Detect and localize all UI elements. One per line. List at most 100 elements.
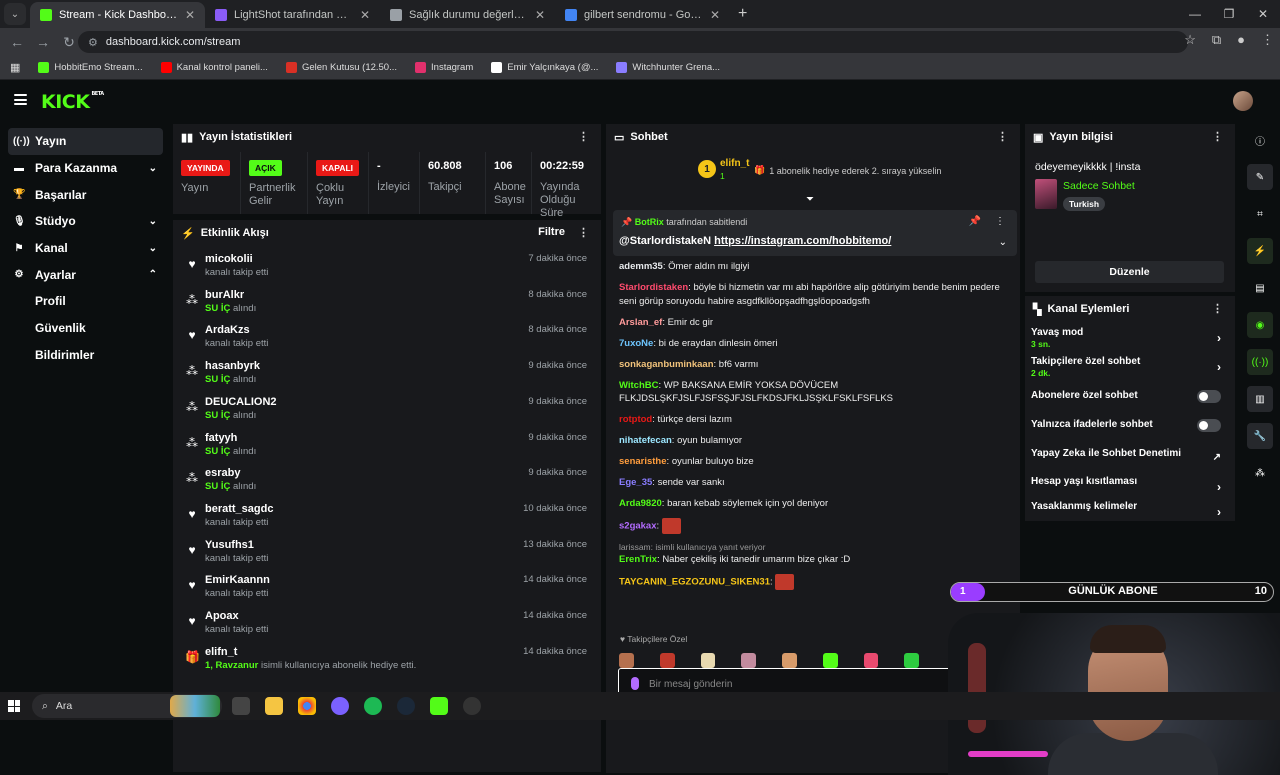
browser-tab[interactable]: gilbert sendromu - Google'da Ar ✕ bbox=[555, 2, 730, 28]
activity-user[interactable]: beratt_sagdc bbox=[205, 503, 273, 515]
channel-action-row[interactable]: Yapay Zeka ile Sohbet Denetimi ↗ bbox=[1031, 448, 1229, 463]
bookmark-item[interactable]: Instagram bbox=[415, 62, 473, 73]
address-bar[interactable]: ⚙ dashboard.kick.com/stream bbox=[78, 31, 1188, 53]
chat-username[interactable]: s2gakax bbox=[619, 521, 657, 532]
collapse-icon[interactable]: ⏷ bbox=[806, 194, 814, 205]
channel-action-row[interactable]: Abonelere özel sohbet bbox=[1031, 390, 1229, 403]
lightning-rail-icon[interactable]: ⚡ bbox=[1247, 238, 1273, 264]
microphone-icon[interactable] bbox=[631, 677, 639, 690]
file-explorer-icon[interactable] bbox=[265, 697, 283, 715]
sidebar-item[interactable]: ⚙ Ayarlar ⌃ bbox=[8, 261, 163, 288]
expand-pinned-icon[interactable]: ⌄ bbox=[999, 237, 1007, 248]
spotify-icon[interactable] bbox=[364, 697, 382, 715]
emote-1[interactable] bbox=[619, 653, 634, 668]
emote-3[interactable] bbox=[700, 653, 716, 668]
activity-user[interactable]: fatyyh bbox=[205, 432, 237, 444]
sidebar-item[interactable]: ((·)) Yayın bbox=[8, 128, 163, 155]
site-info-icon[interactable]: ⚙ bbox=[88, 36, 98, 49]
hamburger-menu-icon[interactable] bbox=[14, 94, 27, 105]
start-button[interactable] bbox=[8, 700, 20, 712]
activity-user[interactable]: micokolii bbox=[205, 253, 253, 265]
bookmark-item[interactable]: Gelen Kutusu (12.50... bbox=[285, 62, 397, 73]
tab-search-button[interactable]: ⌄ bbox=[4, 3, 26, 25]
chat-username[interactable]: Arslan_ef bbox=[619, 317, 662, 328]
toggle-switch[interactable] bbox=[1197, 419, 1221, 432]
chat-username[interactable]: Ege_35 bbox=[619, 477, 652, 488]
browser-tab[interactable]: Sağlık durumu değerlendirmesi ✕ bbox=[380, 2, 555, 28]
wrench-icon[interactable]: 🔧 bbox=[1247, 423, 1273, 449]
bookmark-item[interactable]: Emir Yalçınkaya (@... bbox=[491, 62, 598, 73]
channel-action-row[interactable]: Takipçilere özel sohbet 2 dk. › bbox=[1031, 356, 1229, 378]
sidebar-subitem[interactable]: Profil bbox=[8, 288, 163, 315]
chevron-icon[interactable]: ⌄ bbox=[149, 163, 157, 174]
channel-action-row[interactable]: Yavaş mod 3 sn. › bbox=[1031, 327, 1229, 349]
channel-action-row[interactable]: Hesap yaşı kısıtlaması › bbox=[1031, 476, 1229, 494]
sidebar-item[interactable]: ▬ Para Kazanma ⌄ bbox=[8, 155, 163, 182]
chat-username[interactable]: WitchBC bbox=[619, 380, 659, 391]
filter-button[interactable]: Filtre bbox=[538, 226, 565, 238]
browser-tab[interactable]: Stream - Kick Dashboard ✕ bbox=[30, 2, 205, 28]
chat-menu-icon[interactable]: ⋮ bbox=[997, 130, 1008, 143]
task-view-icon[interactable] bbox=[232, 697, 250, 715]
taskbar-search[interactable]: ⌕ Ara bbox=[32, 694, 222, 718]
kick-logo[interactable]: KICK BETA bbox=[41, 91, 104, 113]
obs-icon[interactable] bbox=[463, 697, 481, 715]
signal-rail-icon[interactable]: ((·)) bbox=[1247, 349, 1273, 375]
sidebar-subitem[interactable]: Bildirimler bbox=[8, 342, 163, 369]
chevron-icon[interactable]: ⌄ bbox=[149, 243, 157, 254]
extensions-icon[interactable]: ⧉ bbox=[1212, 32, 1221, 48]
emote-7[interactable] bbox=[863, 653, 879, 668]
chat-username[interactable]: sonkaganbuminkaan bbox=[619, 359, 714, 370]
chevron-right-icon[interactable]: › bbox=[1217, 360, 1221, 374]
activity-user[interactable]: ArdaKzs bbox=[205, 324, 250, 336]
chevron-icon[interactable]: ⌄ bbox=[149, 216, 157, 227]
chat-username[interactable]: ErenTrix bbox=[619, 554, 657, 565]
chevron-right-icon[interactable]: › bbox=[1217, 331, 1221, 345]
chat-username[interactable]: 7uxoNe bbox=[619, 338, 653, 349]
chat-username[interactable]: nihatefecan bbox=[619, 435, 672, 446]
emote-5[interactable] bbox=[782, 653, 797, 668]
external-link-icon[interactable]: ↗ bbox=[1213, 452, 1221, 463]
activity-user[interactable]: Apoax bbox=[205, 610, 239, 622]
activity-user[interactable]: EmirKaannn bbox=[205, 574, 270, 586]
maximize-button[interactable]: ❐ bbox=[1212, 0, 1246, 28]
clipboard-icon[interactable]: ▤ bbox=[1247, 275, 1273, 301]
steam-icon[interactable] bbox=[397, 697, 415, 715]
pinned-menu-icon[interactable]: ⋮ bbox=[995, 216, 1005, 227]
user-avatar[interactable] bbox=[1233, 91, 1253, 111]
tab-close-icon[interactable]: ✕ bbox=[710, 8, 720, 22]
bookmark-star-icon[interactable]: ☆ bbox=[1184, 32, 1196, 48]
chrome-icon[interactable] bbox=[298, 697, 316, 715]
emote-2[interactable] bbox=[659, 653, 675, 668]
channel-action-row[interactable]: Yasaklanmış kelimeler › bbox=[1031, 501, 1229, 519]
emote-4[interactable] bbox=[741, 653, 756, 668]
back-button[interactable]: ← bbox=[4, 34, 30, 50]
tab-close-icon[interactable]: ✕ bbox=[535, 8, 545, 22]
tab-close-icon[interactable]: ✕ bbox=[360, 8, 370, 22]
chat-username[interactable]: Arda9820 bbox=[619, 498, 662, 509]
profile-icon[interactable]: ● bbox=[1237, 32, 1245, 48]
menu-icon[interactable]: ⋮ bbox=[1261, 32, 1274, 48]
bookmark-item[interactable]: Kanal kontrol paneli... bbox=[160, 62, 268, 73]
apps-grid-icon[interactable]: ▦ bbox=[10, 61, 20, 74]
activity-user[interactable]: burAlkr bbox=[205, 289, 244, 301]
chat-username[interactable]: rotptod bbox=[619, 414, 652, 425]
emote-8[interactable] bbox=[904, 653, 919, 668]
sidebar-subitem[interactable]: Güvenlik bbox=[8, 315, 163, 342]
tab-close-icon[interactable]: ✕ bbox=[185, 8, 195, 22]
category-name[interactable]: Sadece Sohbet bbox=[1063, 180, 1135, 192]
pencil-icon[interactable]: ✎ bbox=[1247, 164, 1273, 190]
minimize-button[interactable]: — bbox=[1178, 0, 1212, 28]
new-tab-button[interactable]: + bbox=[738, 5, 747, 23]
actions-menu-icon[interactable]: ⋮ bbox=[1212, 302, 1223, 315]
activity-user[interactable]: elifn_t bbox=[205, 646, 237, 658]
kick-studio-icon[interactable] bbox=[430, 697, 448, 715]
info-icon[interactable]: ⓘ bbox=[1247, 127, 1273, 153]
info-menu-icon[interactable]: ⋮ bbox=[1212, 130, 1223, 143]
chat-username[interactable]: senaristhe bbox=[619, 456, 667, 467]
activity-user[interactable]: DEUCALION2 bbox=[205, 396, 277, 408]
top-gifter-name[interactable]: elifn_t bbox=[720, 158, 749, 169]
toggle-switch[interactable] bbox=[1197, 390, 1221, 403]
edit-button[interactable]: Düzenle bbox=[1035, 261, 1224, 283]
browser-tab[interactable]: LightShot tarafından Ekran Görü ✕ bbox=[205, 2, 380, 28]
